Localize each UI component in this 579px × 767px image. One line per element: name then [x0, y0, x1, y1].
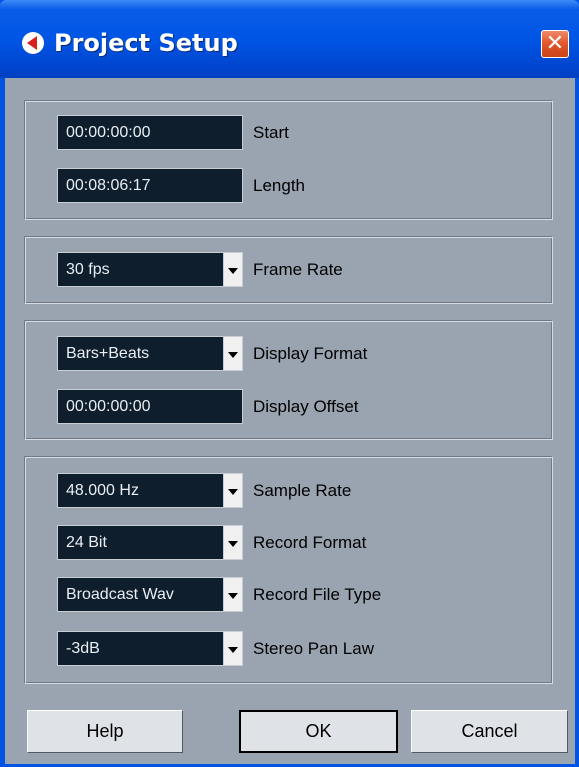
chevron-down-icon[interactable] — [223, 577, 243, 612]
record-file-type-dropdown[interactable]: Broadcast Wav — [57, 577, 243, 612]
display-format-dropdown[interactable]: Bars+Beats — [57, 336, 243, 371]
sample-rate-label: Sample Rate — [253, 481, 352, 500]
length-label: Length — [253, 176, 305, 195]
ok-button[interactable]: OK — [239, 710, 398, 753]
record-format-value: 24 Bit — [57, 525, 223, 560]
help-button[interactable]: Help — [27, 710, 183, 753]
sample-rate-value: 48.000 Hz — [57, 473, 223, 508]
window-title: Project Setup — [54, 29, 238, 57]
display-offset-field[interactable]: 00:00:00:00 — [57, 389, 243, 424]
stereo-pan-law-label: Stereo Pan Law — [253, 639, 374, 658]
frame-rate-label: Frame Rate — [253, 260, 343, 279]
record-file-type-label: Record File Type — [253, 585, 382, 604]
frame-rate-dropdown[interactable]: 30 fps — [57, 252, 243, 287]
title-bar[interactable]: Project Setup ✕ — [0, 0, 579, 78]
chevron-down-icon[interactable] — [223, 252, 243, 287]
stereo-pan-law-value: -3dB — [57, 631, 223, 666]
project-setup-window: Project Setup ✕ 00:00:00:00 Start 00:08:… — [0, 0, 579, 767]
start-field[interactable]: 00:00:00:00 — [57, 115, 243, 150]
start-label: Start — [253, 123, 289, 142]
stereo-pan-law-dropdown[interactable]: -3dB — [57, 631, 243, 666]
close-button[interactable]: ✕ — [541, 30, 569, 58]
length-field[interactable]: 00:08:06:17 — [57, 168, 243, 203]
display-format-label: Display Format — [253, 344, 368, 363]
cubase-icon — [22, 32, 44, 54]
chevron-down-icon[interactable] — [223, 336, 243, 371]
frame-rate-value: 30 fps — [57, 252, 223, 287]
sample-rate-dropdown[interactable]: 48.000 Hz — [57, 473, 243, 508]
chevron-down-icon[interactable] — [223, 525, 243, 560]
cancel-button[interactable]: Cancel — [411, 710, 568, 753]
record-format-label: Record Format — [253, 533, 367, 552]
chevron-down-icon[interactable] — [223, 473, 243, 508]
chevron-down-icon[interactable] — [223, 631, 243, 666]
display-format-value: Bars+Beats — [57, 336, 223, 371]
record-format-dropdown[interactable]: 24 Bit — [57, 525, 243, 560]
display-offset-label: Display Offset — [253, 397, 359, 416]
record-file-type-value: Broadcast Wav — [57, 577, 223, 612]
